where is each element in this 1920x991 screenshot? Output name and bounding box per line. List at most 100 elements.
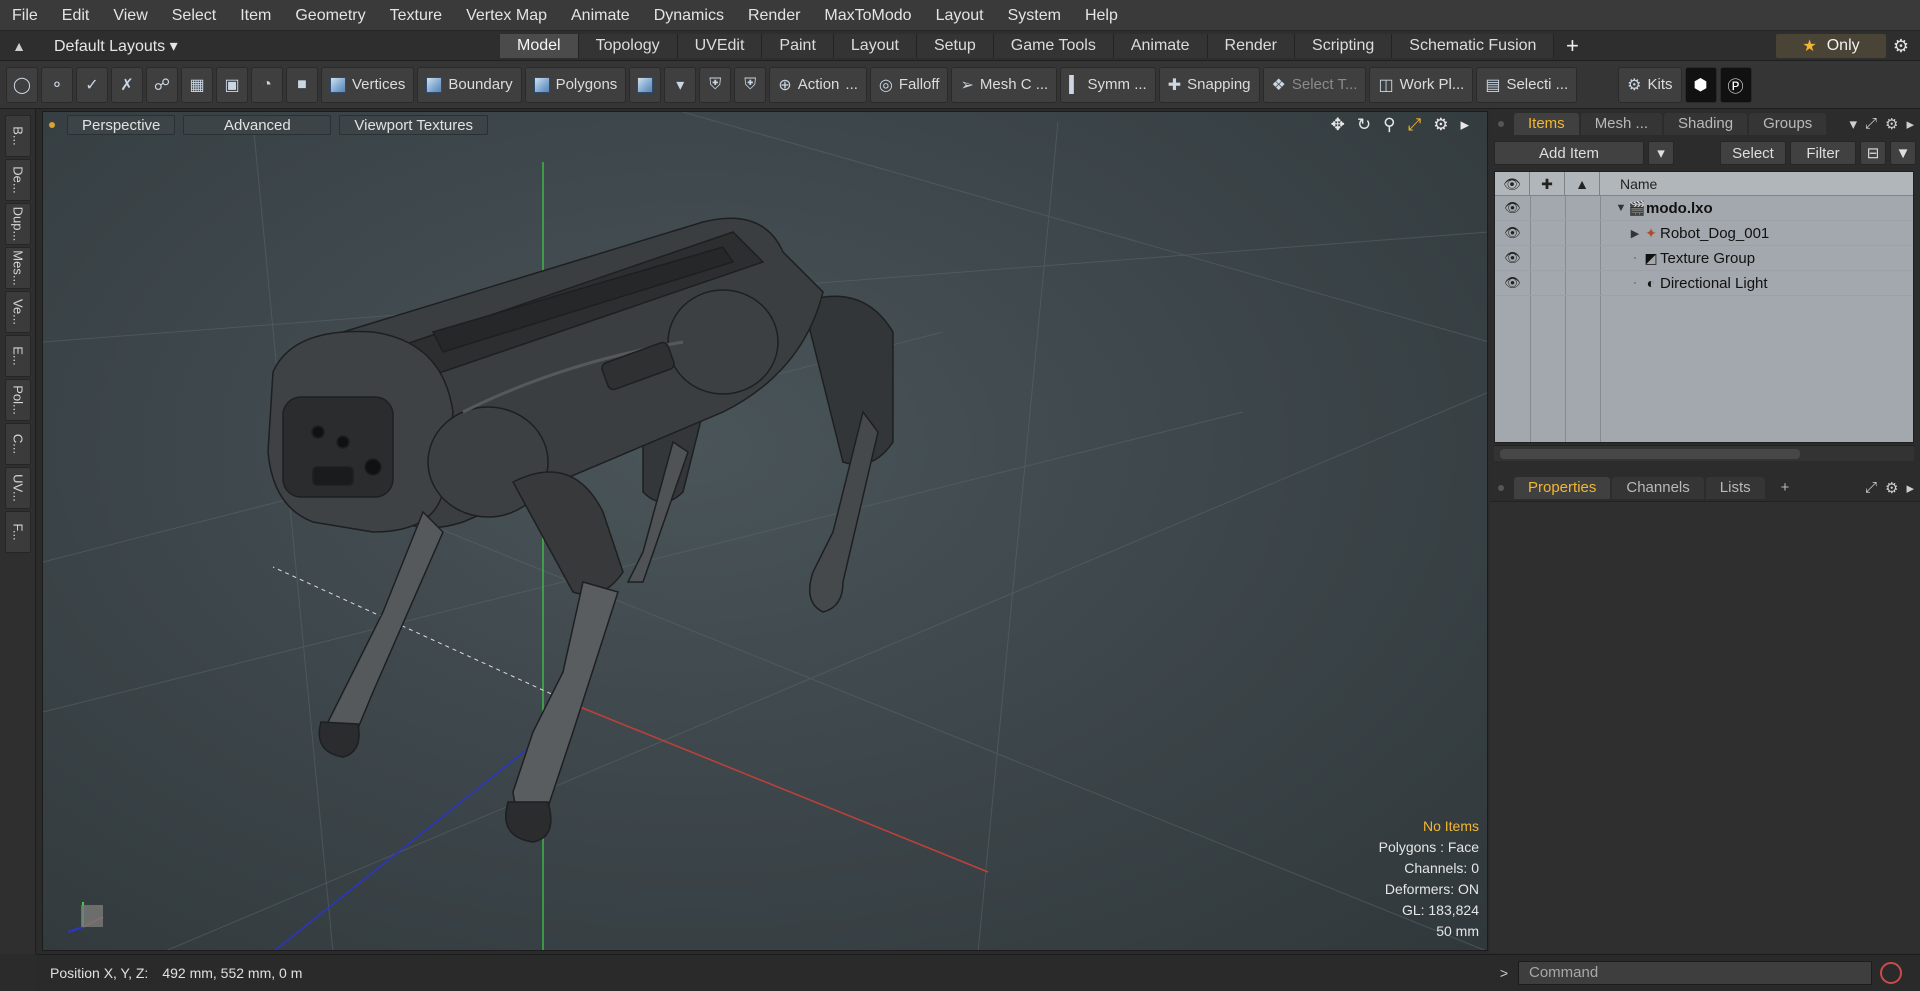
rotate-view-icon[interactable]: ↻ <box>1357 115 1371 135</box>
falloff-button[interactable]: ◎ Falloff <box>869 66 949 103</box>
left-tab-polygon[interactable]: Pol... <box>5 379 31 421</box>
menu-geometry[interactable]: Geometry <box>283 0 377 31</box>
tab-setup[interactable]: Setup <box>916 33 994 58</box>
lock-column-icon[interactable]: ✚ <box>1530 171 1565 196</box>
eye-icon[interactable]: 👁 <box>1495 250 1530 266</box>
expand-icon[interactable]: ▶ <box>1628 227 1642 240</box>
select-through-button[interactable]: ❖ Select T... <box>1262 66 1367 103</box>
only-button[interactable]: ★ Only <box>1776 34 1886 58</box>
menu-dynamics[interactable]: Dynamics <box>642 0 736 31</box>
left-tab-deform[interactable]: De... <box>5 159 31 201</box>
pan-icon[interactable]: ✥ <box>1331 115 1345 135</box>
menu-select[interactable]: Select <box>160 0 228 31</box>
menu-edit[interactable]: Edit <box>50 0 102 31</box>
select-button[interactable]: Select <box>1720 141 1786 165</box>
panel-arrow-icon[interactable]: ▸ <box>1906 115 1914 133</box>
item-row-texture-group[interactable]: 👁 · ◩ Texture Group <box>1495 246 1913 271</box>
tab-lists[interactable]: Lists <box>1705 477 1765 499</box>
tab-paint[interactable]: Paint <box>762 33 834 58</box>
kits-button[interactable]: ⚙ Kits <box>1618 66 1682 103</box>
pen-tool-icon[interactable]: ✓ <box>76 66 108 103</box>
item-row-directional-light[interactable]: 👁 · ◐ Directional Light <box>1495 271 1913 296</box>
item-row-scene[interactable]: 👁 ▼ 🎬 modo.lxo <box>1495 196 1913 221</box>
command-history-icon[interactable]: > <box>1490 965 1518 981</box>
funnel-icon[interactable]: ▼ <box>1890 141 1916 165</box>
left-tab-fusion[interactable]: F... <box>5 511 31 553</box>
filter-button[interactable]: Filter <box>1790 141 1856 165</box>
tab-layout[interactable]: Layout <box>833 33 917 58</box>
work-plane-button[interactable]: ◫ Work Pl... <box>1369 66 1474 103</box>
menu-view[interactable]: View <box>101 0 159 31</box>
tab-game-tools[interactable]: Game Tools <box>993 33 1114 58</box>
properties-expand-icon[interactable]: ⤢ <box>1865 479 1877 497</box>
panel-expand-icon[interactable]: ⤢ <box>1865 115 1877 133</box>
grid-icon[interactable]: ▦ <box>181 66 213 103</box>
shield-alt-icon[interactable]: ⛨ <box>734 66 767 103</box>
layout-dropdown[interactable]: Default Layouts ▾ <box>38 36 458 56</box>
mesh-constraints-button[interactable]: ➢ Mesh C ... <box>951 66 1058 103</box>
record-icon[interactable] <box>1880 962 1902 984</box>
left-tab-curve[interactable]: C... <box>5 423 31 465</box>
shield-icon[interactable]: ⛨ <box>699 66 732 103</box>
tab-shading[interactable]: Shading <box>1664 113 1748 135</box>
menu-vertex-map[interactable]: Vertex Map <box>454 0 559 31</box>
circle-select-icon[interactable]: ◯ <box>6 66 38 103</box>
material-mode-icon[interactable] <box>629 66 662 103</box>
properties-menu-dot[interactable] <box>1498 485 1504 491</box>
panel-dropdown-icon[interactable]: ▾ <box>1849 115 1857 133</box>
lasso-icon[interactable]: ✗ <box>111 66 143 103</box>
items-scrollbar[interactable] <box>1494 445 1914 461</box>
item-mode-icon[interactable]: ■ <box>286 66 318 103</box>
properties-gear-icon[interactable]: ⚙ <box>1885 479 1898 497</box>
tab-groups[interactable]: Groups <box>1749 113 1827 135</box>
command-input[interactable]: Command <box>1518 961 1872 985</box>
locator-column-icon[interactable]: ▲ <box>1565 171 1600 196</box>
menu-layout[interactable]: Layout <box>924 0 996 31</box>
viewport-gear-icon[interactable]: ⚙ <box>1433 115 1448 135</box>
expand-icon[interactable]: ▼ <box>1614 202 1628 214</box>
add-item-button[interactable]: Add Item <box>1494 141 1644 165</box>
boundary-button[interactable]: Boundary <box>417 66 522 103</box>
eye-icon[interactable]: 👁 <box>1495 225 1530 241</box>
tab-uvedit[interactable]: UVEdit <box>677 33 763 58</box>
properties-arrow-icon[interactable]: ▸ <box>1906 479 1914 497</box>
ring-icon[interactable]: ◔ <box>251 66 283 103</box>
left-tab-vertex[interactable]: Ve... <box>5 291 31 333</box>
3d-viewport[interactable]: Perspective Advanced Viewport Textures ✥… <box>42 111 1488 951</box>
left-tab-uv[interactable]: UV... <box>5 467 31 509</box>
left-tab-duplicate[interactable]: Dup... <box>5 203 31 245</box>
left-tab-basic[interactable]: B... <box>5 115 31 157</box>
add-panel-tab-button[interactable]: + <box>1767 477 1804 499</box>
add-tab-button[interactable]: + <box>1554 33 1590 58</box>
name-column-header[interactable]: Name <box>1600 176 1657 192</box>
zoom-icon[interactable]: ⚲ <box>1383 115 1395 135</box>
tab-channels[interactable]: Channels <box>1612 477 1704 499</box>
play-icon[interactable]: ▸ <box>1460 115 1469 135</box>
tab-items[interactable]: Items <box>1514 113 1579 135</box>
unity-icon[interactable]: ⬢ <box>1684 66 1717 103</box>
tab-properties[interactable]: Properties <box>1514 477 1611 499</box>
polygons-button[interactable]: Polygons <box>524 66 627 103</box>
link-icon[interactable]: ☍ <box>146 66 178 103</box>
item-row-robot-dog[interactable]: 👁 ▶ ✦ Robot_Dog_001 <box>1495 221 1913 246</box>
vertices-button[interactable]: Vertices <box>321 66 415 103</box>
tab-render[interactable]: Render <box>1207 33 1296 58</box>
eye-icon[interactable]: 👁 <box>1495 200 1530 216</box>
selection-sets-button[interactable]: ▤ Selecti ... <box>1476 66 1578 103</box>
menu-texture[interactable]: Texture <box>378 0 454 31</box>
menu-animate[interactable]: Animate <box>559 0 642 31</box>
tab-scripting[interactable]: Scripting <box>1295 33 1393 58</box>
viewport-menu-dot[interactable] <box>49 122 55 128</box>
snapping-button[interactable]: ✚ Snapping <box>1158 66 1260 103</box>
tab-topology[interactable]: Topology <box>578 33 678 58</box>
menu-render[interactable]: Render <box>736 0 812 31</box>
menu-help[interactable]: Help <box>1073 0 1130 31</box>
chevron-down-icon[interactable]: ▾ <box>664 66 697 103</box>
symmetry-button[interactable]: ▍ Symm ... <box>1060 66 1156 103</box>
maximize-icon[interactable]: ⤢ <box>1408 115 1422 135</box>
menu-item[interactable]: Item <box>228 0 283 31</box>
unreal-icon[interactable]: Ⓟ <box>1719 66 1752 103</box>
visibility-column-icon[interactable]: 👁 <box>1495 171 1530 196</box>
menu-file[interactable]: File <box>0 0 50 31</box>
menu-maxtomodo[interactable]: MaxToModo <box>812 0 923 31</box>
